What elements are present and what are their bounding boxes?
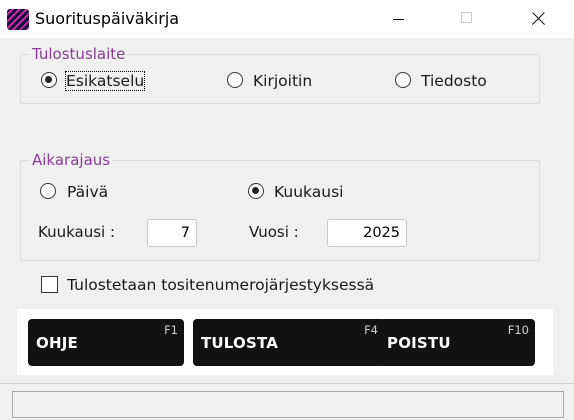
status-bar	[0, 383, 574, 420]
year-input[interactable]: 2025	[327, 219, 407, 247]
status-panel	[12, 391, 564, 418]
preview-radio-button[interactable]	[41, 72, 57, 88]
close-button[interactable]	[516, 0, 562, 38]
window-title: Suorituspäiväkirja	[35, 9, 180, 28]
voucher-order-label[interactable]: Tulostetaan tositenumerojärjestyksessä	[67, 276, 374, 294]
month-field-label: Kuukausi :	[38, 223, 116, 241]
month-radio-button[interactable]	[248, 183, 264, 199]
year-field-label: Vuosi :	[249, 223, 299, 241]
print-key-hint: F4	[364, 323, 378, 337]
month-radio-label[interactable]: Kuukausi	[274, 183, 343, 201]
help-key-hint: F1	[164, 323, 178, 337]
minimize-icon	[393, 19, 404, 20]
help-button-label: OHJE	[36, 334, 78, 352]
title-bar[interactable]: Suorituspäiväkirja	[0, 0, 574, 38]
file-radio-label[interactable]: Tiedosto	[421, 72, 487, 90]
maximize-button[interactable]	[444, 0, 490, 38]
app-window: Suorituspäiväkirja Tulostuslaite Esikats…	[0, 0, 574, 419]
day-radio-button[interactable]	[40, 183, 56, 199]
month-input[interactable]: 7	[147, 219, 197, 247]
time-range-legend: Aikarajaus	[30, 151, 113, 169]
exit-button[interactable]: POISTU F10	[379, 319, 535, 366]
voucher-order-checkbox[interactable]	[41, 276, 58, 293]
printer-radio-label[interactable]: Kirjoitin	[253, 72, 312, 90]
button-panel: OHJE F1 TULOSTA F4 POISTU F10	[17, 309, 553, 375]
minimize-button[interactable]	[375, 0, 421, 38]
exit-key-hint: F10	[507, 323, 529, 337]
print-button[interactable]: TULOSTA F4	[193, 319, 384, 366]
exit-button-label: POISTU	[387, 334, 451, 352]
help-button[interactable]: OHJE F1	[28, 319, 184, 366]
maximize-icon	[461, 12, 472, 23]
time-range-group	[20, 160, 540, 261]
day-radio-label[interactable]: Päivä	[67, 183, 108, 201]
file-radio-button[interactable]	[395, 72, 411, 88]
preview-radio-label[interactable]: Esikatselu	[64, 71, 146, 91]
app-logo-icon	[7, 9, 29, 30]
printer-radio-button[interactable]	[227, 72, 243, 88]
output-device-legend: Tulostuslaite	[30, 45, 128, 63]
print-button-label: TULOSTA	[201, 334, 279, 352]
